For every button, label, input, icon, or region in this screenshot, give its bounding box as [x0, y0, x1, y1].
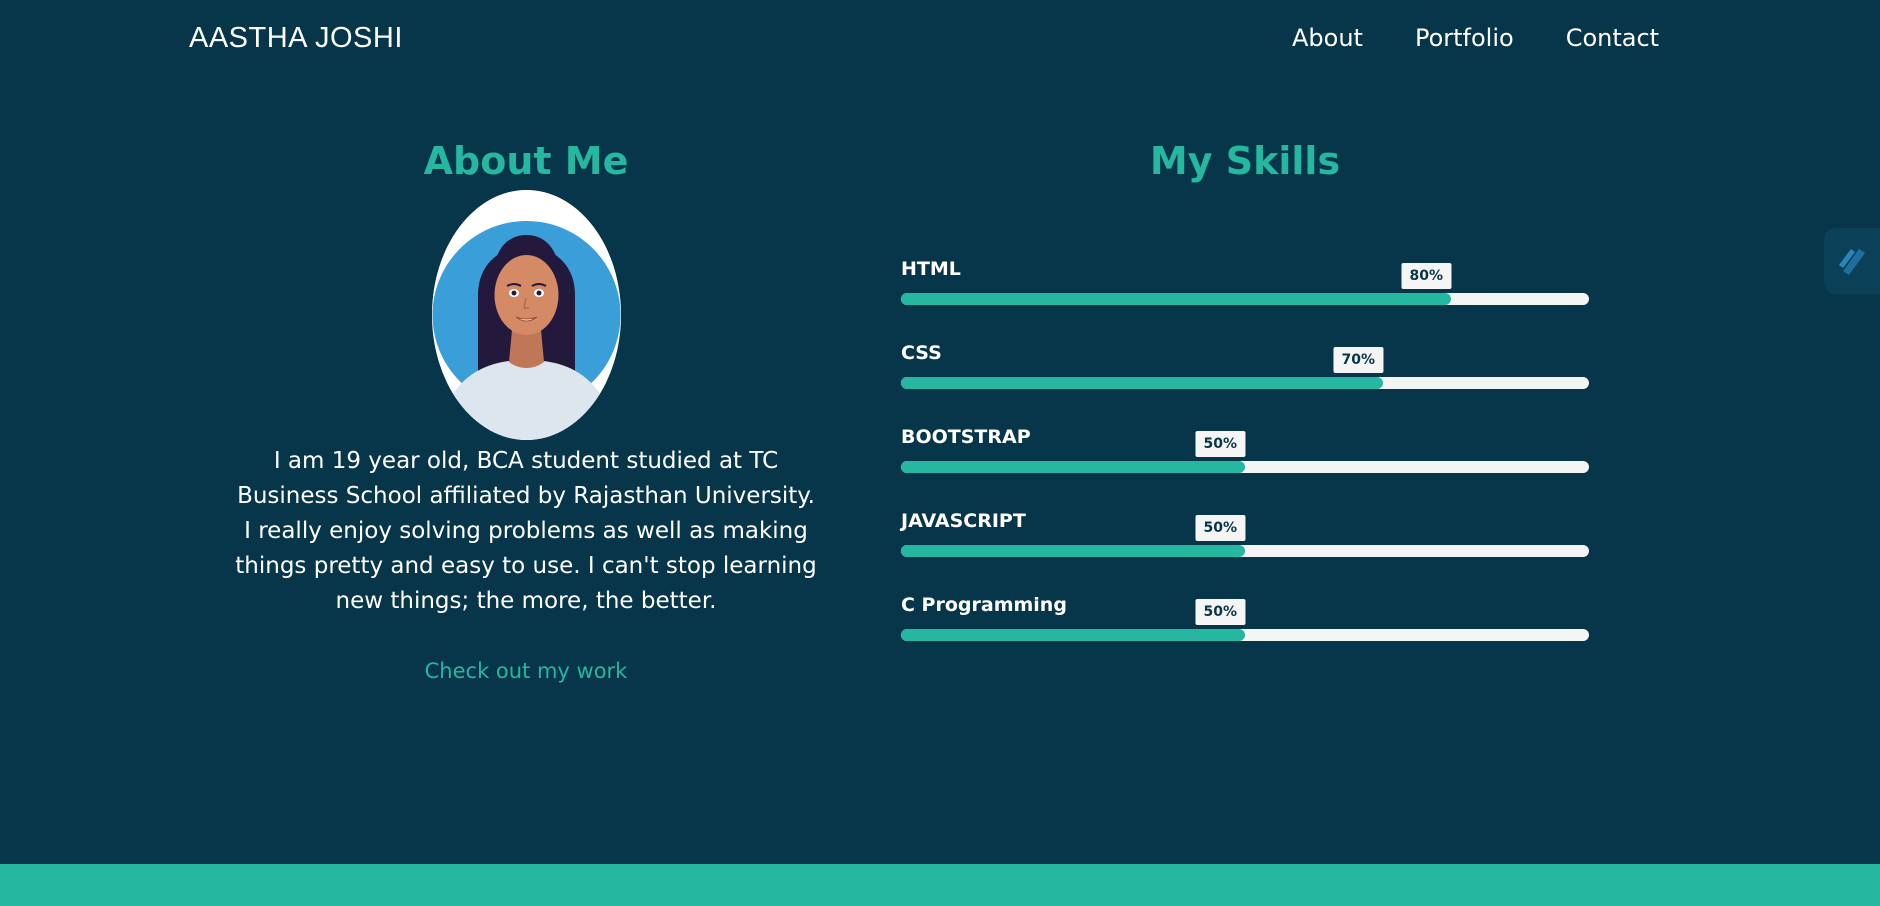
skill-list: HTML 80% CSS 70% BOOTSTRAP 50% JAVASCRIP… [900, 252, 1590, 672]
slash-logo-icon [1839, 249, 1865, 275]
skill-progress-fill [901, 629, 1245, 641]
skill-progress-fill [901, 293, 1451, 305]
skill-name: BOOTSTRAP [901, 426, 1031, 448]
skill-percent-badge: 80% [1401, 263, 1451, 289]
skills-section: My Skills HTML 80% CSS 70% BOOTSTRAP 50%… [900, 132, 1590, 641]
skill-percent-badge: 70% [1333, 347, 1383, 373]
skill-percent-badge: 50% [1195, 431, 1245, 457]
skill-progress-track [901, 545, 1589, 557]
skills-title: My Skills [1149, 139, 1341, 183]
about-section: About Me I am 19 year old, BCA student s… [230, 132, 822, 683]
skill-item: C Programming 50% [900, 588, 1590, 672]
skill-progress-track [901, 629, 1589, 641]
skill-progress-track [901, 377, 1589, 389]
skill-name: HTML [901, 258, 961, 280]
skill-item: BOOTSTRAP 50% [900, 420, 1590, 504]
nav-links: About Portfolio Contact [1292, 24, 1711, 52]
skill-item: HTML 80% [900, 252, 1590, 336]
skill-progress-fill [901, 461, 1245, 473]
skill-percent-badge: 50% [1195, 599, 1245, 625]
skill-item: JAVASCRIPT 50% [900, 504, 1590, 588]
skill-name: C Programming [901, 594, 1067, 616]
skill-progress-fill [901, 377, 1383, 389]
skill-name: CSS [901, 342, 942, 364]
brand-name[interactable]: AASTHA JOSHI [189, 22, 403, 55]
navbar: AASTHA JOSHI About Portfolio Contact [0, 0, 1880, 80]
side-widget-button[interactable] [1824, 228, 1880, 294]
footer-accent-strip [0, 864, 1880, 906]
skill-percent-badge: 50% [1195, 515, 1245, 541]
avatar [431, 190, 621, 440]
check-out-work-link[interactable]: Check out my work [425, 659, 628, 683]
about-title: About Me [423, 139, 629, 183]
about-description: I am 19 year old, BCA student studied at… [235, 448, 817, 614]
skill-progress-track [901, 461, 1589, 473]
skill-item: CSS 70% [900, 336, 1590, 420]
skill-progress-fill [901, 545, 1245, 557]
avatar-illustration [431, 190, 621, 440]
nav-link-about[interactable]: About [1292, 24, 1363, 52]
skill-progress-track [901, 293, 1589, 305]
skill-name: JAVASCRIPT [901, 510, 1026, 532]
nav-link-contact[interactable]: Contact [1566, 24, 1659, 52]
nav-link-portfolio[interactable]: Portfolio [1415, 24, 1514, 52]
